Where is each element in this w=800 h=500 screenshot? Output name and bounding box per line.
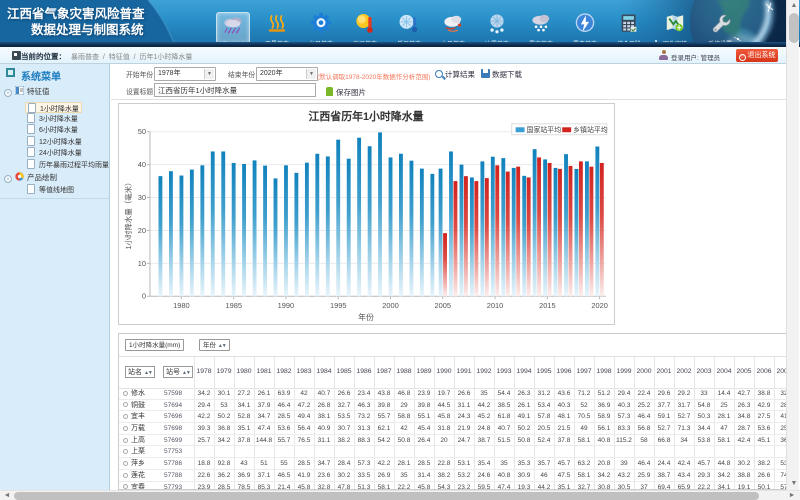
svg-text:江西省历年1小时降水量: 江西省历年1小时降水量 [309, 109, 424, 123]
svg-text:2015: 2015 [539, 301, 556, 310]
svg-text:国家站平均: 国家站平均 [527, 125, 562, 134]
svg-text:2010: 2010 [487, 301, 504, 310]
svg-text:0: 0 [142, 292, 146, 301]
svg-text:1995: 1995 [330, 301, 347, 310]
svg-text:10: 10 [138, 259, 146, 268]
svg-text:2005: 2005 [435, 301, 452, 310]
svg-text:1980: 1980 [173, 301, 190, 310]
svg-text:年份: 年份 [358, 312, 374, 322]
svg-text:50: 50 [138, 127, 146, 136]
svg-text:1小时降水量（毫米）: 1小时降水量（毫米） [123, 179, 133, 250]
svg-text:20: 20 [138, 226, 146, 235]
svg-text:1985: 1985 [225, 301, 242, 310]
svg-text:40: 40 [138, 160, 146, 169]
svg-text:30: 30 [138, 193, 146, 202]
svg-text:2020: 2020 [591, 301, 608, 310]
svg-text:2000: 2000 [382, 301, 399, 310]
svg-text:乡镇站平均: 乡镇站平均 [573, 125, 608, 134]
svg-text:1990: 1990 [278, 301, 295, 310]
